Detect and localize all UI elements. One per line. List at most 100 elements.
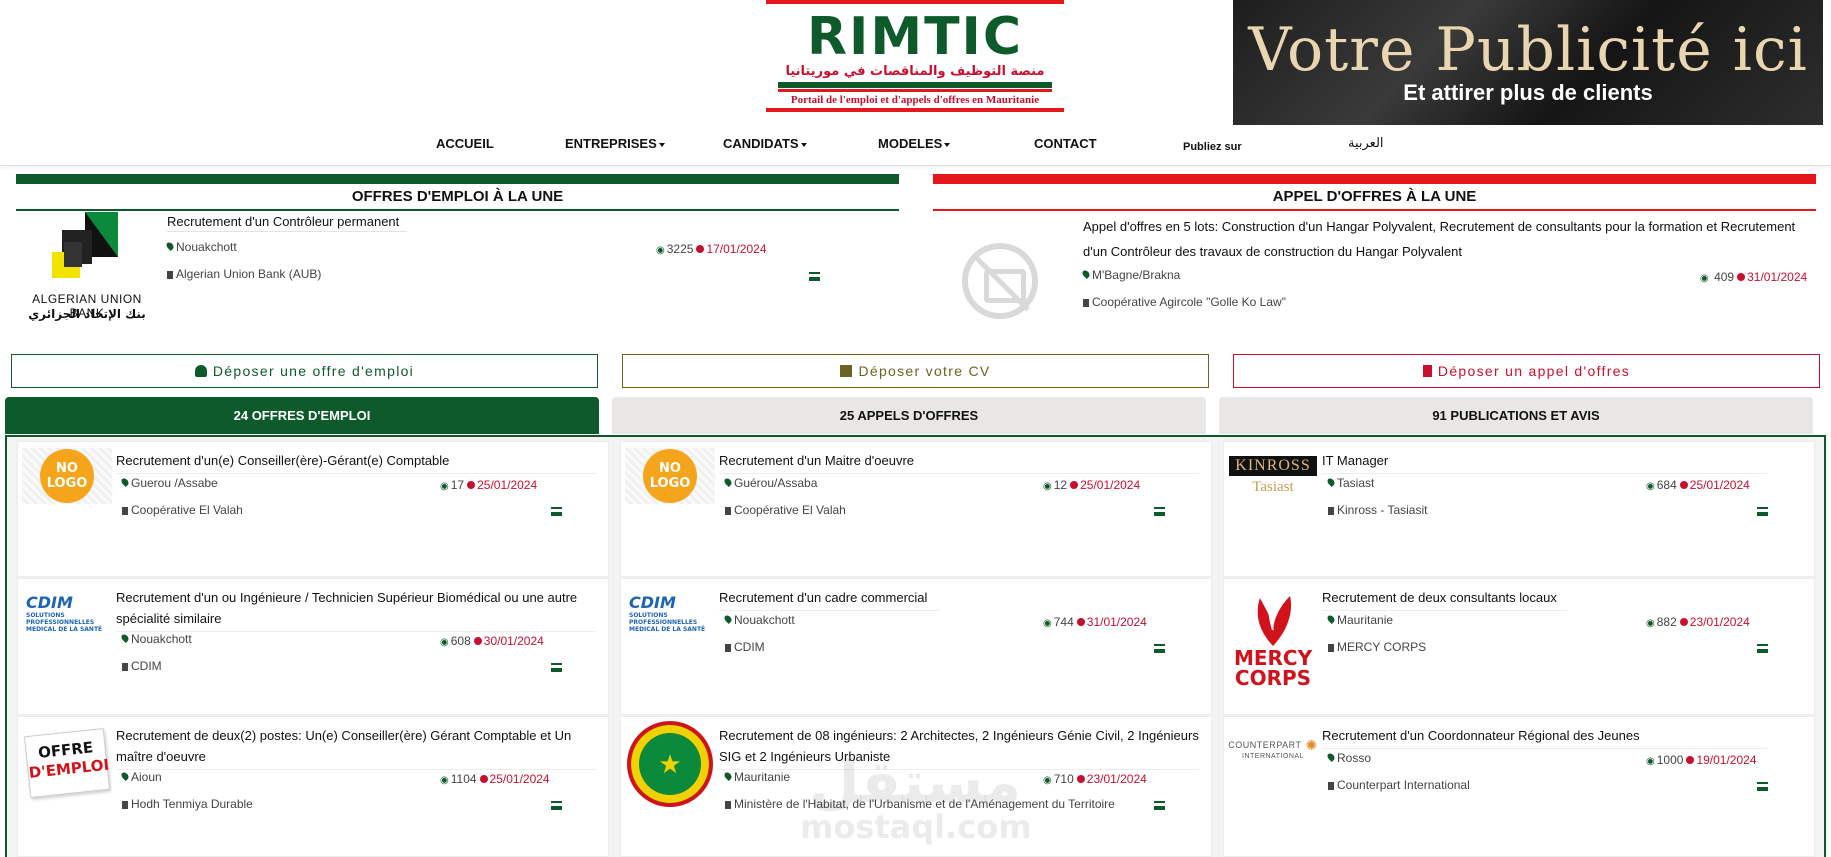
job-card[interactable]: CDIM SOLUTIONS PROFESSIONNELLES MEDICAL … [620, 578, 1212, 715]
post-job-button[interactable]: Déposer une offre d'emploi [11, 354, 598, 388]
tab-publications[interactable]: 91 PUBLICATIONS ET AVIS [1219, 397, 1813, 434]
job-company-text: Counterpart International [1337, 778, 1470, 792]
job-card[interactable]: OFFRE D'EMPLOI Recrutement de deux(2) po… [17, 716, 609, 857]
job-date: 25/01/2024 [1080, 478, 1141, 492]
job-date: 23/01/2024 [1689, 615, 1750, 629]
eye-icon: ◉ [1043, 481, 1052, 492]
cdim-logo-text: CDIM [629, 593, 676, 612]
mercy-logo-sub: CORPS [1234, 666, 1312, 690]
job-card[interactable]: CDIM SOLUTIONS PROFESSIONNELLES MEDICAL … [17, 578, 609, 715]
job-location: Rosso [1326, 751, 1371, 765]
eye-icon: ◉ [1043, 775, 1052, 786]
job-views: 744 [1053, 615, 1074, 629]
post-cv-button[interactable]: Déposer votre CV [622, 354, 1209, 388]
job-views: 882 [1656, 615, 1677, 629]
company-logo-aub[interactable]: ALGERIAN UNION BANK بنك الإتحاد الجزائري [14, 210, 160, 325]
featured-tender-location-text: M'Bagne/Brakna [1092, 268, 1181, 282]
featured-job-title[interactable]: Recrutement d'un Contrôleur permanent [167, 214, 407, 232]
menu-icon[interactable] [1154, 644, 1165, 653]
job-title[interactable]: Recrutement de deux(2) postes: Un(e) Con… [116, 725, 596, 770]
nav-models[interactable]: MODELES [878, 136, 951, 151]
job-title[interactable]: Recrutement d'un cadre commercial [719, 587, 939, 611]
job-company: Coopérative El Valah [725, 503, 846, 517]
tab-jobs[interactable]: 24 OFFRES D'EMPLOI [5, 397, 599, 434]
job-title[interactable]: Recrutement d'un(e) Conseiller(ère)-Géra… [116, 450, 596, 474]
featured-tender-title[interactable]: Appel d'offres en 5 lots: Construction d… [1083, 214, 1816, 264]
kinross-logo-sub: Tasiast [1252, 479, 1294, 495]
menu-icon[interactable] [1757, 507, 1768, 516]
job-views: 17 [450, 478, 465, 492]
job-location-text: Tasiast [1337, 476, 1375, 490]
job-company: Counterpart International [1328, 778, 1470, 792]
kinross-logo-text: KINROSS [1229, 456, 1317, 476]
nav-home[interactable]: ACCUEIL [436, 136, 494, 151]
job-location: Guerou /Assabe [120, 476, 218, 490]
job-title[interactable]: IT Manager [1322, 450, 1767, 474]
job-stats: ◉ 1104 25/01/2024 [440, 772, 550, 786]
job-title[interactable]: Recrutement de deux consultants locaux [1322, 587, 1567, 611]
nav-home-label: ACCUEIL [436, 136, 494, 151]
job-title[interactable]: Recrutement de 08 ingénieurs: 2 Architec… [719, 725, 1199, 770]
job-views: 608 [450, 634, 471, 648]
nav-candidates[interactable]: CANDIDATS [723, 136, 807, 151]
file-icon [1422, 365, 1432, 377]
job-card[interactable]: MERCY CORPS Recrutement de deux consulta… [1223, 578, 1815, 715]
nav-publish[interactable]: Publiez sur [1183, 141, 1242, 153]
job-company: Ministère de l'Habitat, de l'Urbanisme e… [725, 797, 1115, 811]
ad-banner[interactable]: Votre Publicité ici Et attirer plus de c… [1233, 0, 1823, 125]
menu-icon[interactable] [1757, 782, 1768, 791]
menu-icon[interactable] [1154, 507, 1165, 516]
menu-icon[interactable] [551, 801, 562, 810]
job-company-text: MERCY CORPS [1337, 640, 1427, 654]
nav-contact[interactable]: CONTACT [1034, 136, 1097, 151]
featured-job-company: Algerian Union Bank (AUB) [167, 267, 321, 281]
nav-arabic-language[interactable]: العربية [1348, 136, 1384, 151]
tab-tenders[interactable]: 25 APPELS D'OFFRES [612, 397, 1206, 434]
menu-icon[interactable] [1154, 801, 1165, 810]
job-card[interactable]: ★ Recrutement de 08 ingénieurs: 2 Archit… [620, 716, 1212, 857]
featured-jobs-heading: OFFRES D'EMPLOI À LA UNE [351, 188, 564, 205]
menu-icon[interactable] [551, 507, 562, 516]
featured-tender-company-text: Coopérative Agircole "Golle Ko Law" [1092, 295, 1286, 309]
job-card[interactable]: NO LOGO Recrutement d'un(e) Conseiller(è… [17, 441, 609, 577]
company-logo: MERCY CORPS [1228, 585, 1318, 695]
site-logo[interactable]: RIMTIC منصة التوظيف والمناقصات في موريتا… [766, 0, 1064, 112]
eye-icon: ◉ [1043, 618, 1052, 629]
job-stats: ◉ 684 25/01/2024 [1646, 478, 1750, 492]
logo-divider [778, 82, 1052, 88]
job-card[interactable]: COUNTERPART ✺ INTERNATIONAL Recrutement … [1223, 716, 1815, 857]
featured-tenders-underline [933, 209, 1816, 211]
building-icon [725, 507, 731, 515]
post-tender-button[interactable]: Déposer un appel d'offres [1233, 354, 1820, 388]
clock-icon [1076, 775, 1085, 783]
job-stats: ◉ 744 31/01/2024 [1043, 615, 1147, 629]
caret-down-icon [944, 142, 951, 147]
job-card[interactable]: KINROSS Tasiast IT Manager Tasiast Kinro… [1223, 441, 1815, 577]
post-job-label: Déposer une offre d'emploi [212, 363, 415, 379]
job-company-text: CDIM [734, 640, 765, 654]
job-location-text: Mauritanie [1337, 613, 1394, 627]
building-icon [122, 507, 128, 515]
mercy-corps-leaf-icon [1257, 596, 1292, 646]
job-card[interactable]: NO LOGO Recrutement d'un Maitre d'oeuvre… [620, 441, 1212, 577]
featured-tenders-bar [933, 174, 1816, 184]
company-logo: ★ [625, 719, 715, 809]
cdim-logo-sub: SOLUTIONS PROFESSIONNELLES MEDICAL DE LA… [26, 612, 103, 633]
nav-companies[interactable]: ENTREPRISES [565, 136, 665, 151]
map-pin-icon [1326, 614, 1336, 624]
job-company: MERCY CORPS [1328, 640, 1426, 654]
logo-title: RIMTIC [806, 7, 1024, 67]
job-title[interactable]: Recrutement d'un Coordonnateur Régional … [1322, 725, 1767, 749]
job-title[interactable]: Recrutement d'un ou Ingénieure / Technic… [116, 587, 596, 632]
company-logo: KINROSS Tasiast [1228, 448, 1318, 504]
menu-icon[interactable] [551, 663, 562, 672]
no-logo-badge: NO LOGO [643, 449, 697, 503]
featured-tender-location: M'Bagne/Brakna [1081, 268, 1181, 282]
menu-icon[interactable] [1757, 644, 1768, 653]
job-stats: ◉ 12 25/01/2024 [1043, 478, 1140, 492]
ministry-seal-icon: ★ [627, 721, 713, 807]
company-logo: NO LOGO [22, 448, 112, 504]
job-title[interactable]: Recrutement d'un Maitre d'oeuvre [719, 450, 1199, 474]
menu-icon[interactable] [809, 272, 820, 281]
users-icon [194, 365, 207, 377]
